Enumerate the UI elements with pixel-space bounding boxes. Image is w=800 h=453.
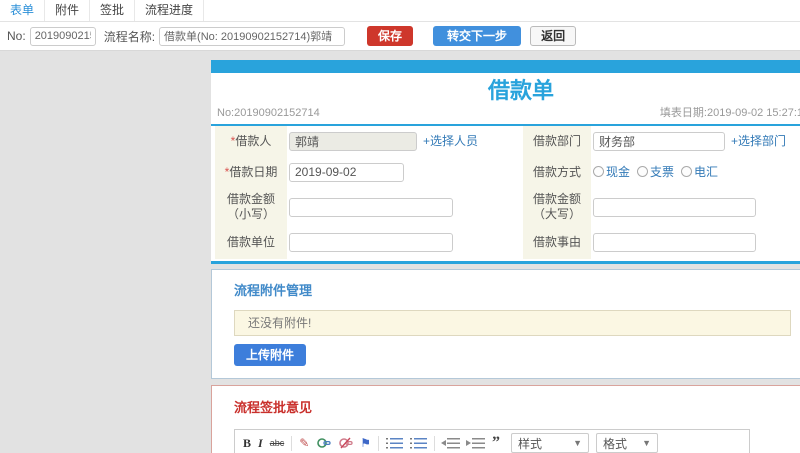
amount-small-input[interactable] (289, 197, 453, 217)
form-row-1: *借款人 +选择人员 借款部门 +选择部门 (215, 126, 800, 156)
loan-form-table: *借款人 +选择人员 借款部门 +选择部门 *借款日期 借款方式 现金 支票 电汇 (215, 126, 800, 259)
chevron-down-icon: ▼ (642, 438, 652, 448)
loan-form-card: 借款单 No:20190902152714 填表日期:2019-09-02 15… (211, 60, 800, 264)
form-card-bottom-bar (211, 261, 800, 264)
loan-date-label: *借款日期 (215, 156, 287, 188)
rich-text-editor: B I abc ✎ ⚑ ” 样式 ▼ 格式 ▼ (234, 429, 750, 453)
tab-approval[interactable]: 签批 (90, 0, 136, 21)
borrower-input[interactable] (289, 131, 417, 151)
format-dropdown[interactable]: 格式 ▼ (596, 433, 659, 453)
reason-label: 借款事由 (523, 226, 591, 259)
loan-date-input[interactable] (289, 162, 404, 182)
action-toolbar: No: 流程名称: 保存 转交下一步 返回 (0, 22, 800, 51)
unit-label: 借款单位 (215, 226, 287, 259)
radio-cheque-label[interactable]: 支票 (650, 165, 674, 179)
process-name-label: 流程名称: (103, 29, 156, 44)
toolbar-separator (291, 435, 293, 451)
form-row-2: *借款日期 借款方式 现金 支票 电汇 (215, 156, 800, 188)
loan-date-field (287, 156, 523, 188)
no-input[interactable] (29, 26, 96, 46)
department-input[interactable] (593, 131, 725, 151)
borrower-label: *借款人 (215, 126, 287, 156)
radio-cheque[interactable] (637, 166, 649, 177)
department-field: +选择部门 (591, 126, 800, 156)
form-row-4: 借款单位 借款事由 (215, 226, 800, 259)
method-label: 借款方式 (523, 156, 591, 188)
outdent-icon[interactable] (441, 437, 461, 449)
strikethrough-icon[interactable]: abc (270, 436, 285, 450)
bold-icon[interactable]: B (243, 436, 251, 450)
method-field: 现金 支票 电汇 (591, 156, 800, 188)
select-department-link[interactable]: +选择部门 (731, 134, 786, 148)
header: 表单 附件 签批 流程进度 No: 流程名称: 保存 转交下一步 返回 (0, 0, 800, 51)
next-step-button[interactable]: 转交下一步 (433, 26, 522, 46)
form-fill-date: 填表日期:2019-09-02 15:27:1 (659, 107, 800, 119)
form-meta: No:20190902152714 填表日期:2019-09-02 15:27:… (211, 105, 800, 122)
no-label: No: (7, 29, 26, 43)
borrower-field: +选择人员 (287, 126, 523, 156)
upload-attachment-button[interactable]: 上传附件 (234, 344, 307, 366)
unit-input[interactable] (289, 233, 453, 252)
form-doc-no: No:20190902152714 (217, 107, 320, 119)
department-label: 借款部门 (523, 126, 591, 156)
editor-toolbar: B I abc ✎ ⚑ ” 样式 ▼ 格式 ▼ (235, 430, 749, 453)
form-row-3: 借款金额（小写） 借款金额（大写） (215, 188, 800, 226)
select-person-link[interactable]: +选择人员 (423, 134, 478, 148)
amount-small-label: 借款金额（小写） (215, 188, 287, 226)
page: { "tabs": { "items": [ { "label": "表单" }… (0, 0, 800, 453)
main-column: 借款单 No:20190902152714 填表日期:2019-09-02 15… (211, 60, 800, 453)
attachments-heading: 流程附件管理 (234, 283, 313, 298)
styles-dropdown[interactable]: 样式 ▼ (511, 433, 590, 453)
blockquote-icon[interactable]: ” (492, 435, 500, 451)
amount-big-input[interactable] (593, 197, 756, 217)
save-button[interactable]: 保存 (367, 26, 414, 46)
no-attachments-notice: 还没有附件! (234, 310, 791, 336)
radio-cash-label[interactable]: 现金 (606, 165, 630, 179)
numbered-list-icon[interactable] (386, 437, 404, 449)
reason-field (591, 226, 800, 259)
styles-dropdown-label: 样式 (518, 436, 543, 451)
page-title: 借款单 (487, 78, 554, 103)
chevron-down-icon: ▼ (573, 438, 583, 448)
back-button[interactable]: 返回 (530, 26, 577, 46)
unlink-icon[interactable] (338, 437, 353, 449)
unit-field (287, 226, 523, 259)
amount-small-field (287, 188, 523, 226)
tab-bar: 表单 附件 签批 流程进度 (0, 0, 800, 22)
radio-cash[interactable] (593, 166, 604, 177)
amount-big-field (591, 188, 800, 226)
link-icon[interactable] (316, 437, 331, 449)
tab-progress[interactable]: 流程进度 (135, 0, 205, 21)
remove-format-icon[interactable]: ✎ (299, 436, 309, 450)
tab-attachments[interactable]: 附件 (45, 0, 91, 21)
format-dropdown-label: 格式 (603, 436, 628, 451)
approval-card: 流程签批意见 B I abc ✎ ⚑ ” 样式 ▼ 格式 ▼ (211, 385, 800, 453)
reason-input[interactable] (593, 233, 756, 252)
process-name-input[interactable] (159, 26, 346, 46)
approval-heading: 流程签批意见 (234, 400, 313, 415)
bulleted-list-icon[interactable] (410, 437, 428, 449)
toolbar-separator (378, 435, 380, 451)
radio-wire[interactable] (681, 166, 693, 177)
amount-big-label: 借款金额（大写） (523, 188, 591, 226)
anchor-icon[interactable]: ⚑ (360, 436, 371, 450)
tab-form[interactable]: 表单 (0, 0, 46, 21)
attachments-card: 流程附件管理 还没有附件! 上传附件 (211, 269, 800, 379)
radio-wire-label[interactable]: 电汇 (694, 165, 718, 179)
form-card-top-bar (211, 60, 800, 73)
toolbar-separator (434, 435, 436, 451)
indent-icon[interactable] (466, 437, 486, 449)
italic-icon[interactable]: I (258, 436, 263, 450)
